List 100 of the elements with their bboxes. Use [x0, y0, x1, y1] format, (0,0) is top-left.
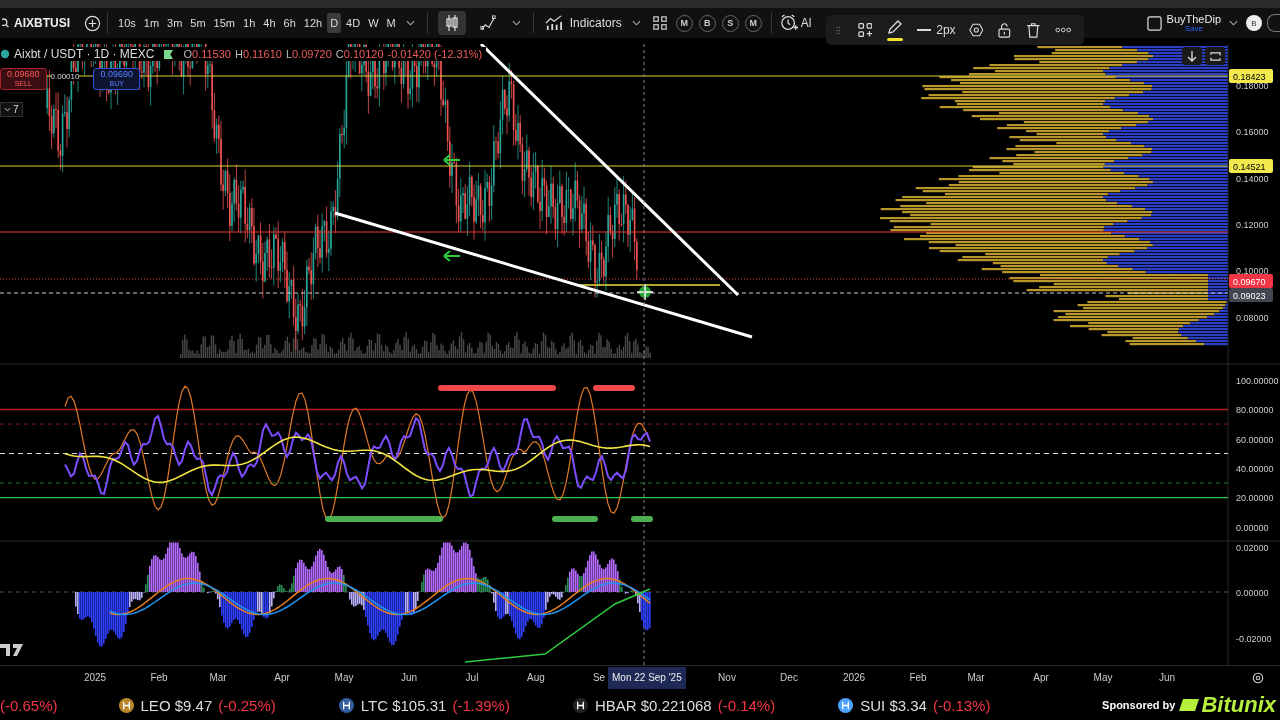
histogram-axis-label: 0.00000 [1236, 588, 1269, 598]
coin-icon [117, 696, 135, 714]
ohlc-value: O0.11530 [183, 48, 231, 60]
symbol-name[interactable]: AIXBTUSI [14, 16, 70, 30]
line-icon [917, 28, 932, 32]
checkbox-icon[interactable] [1146, 15, 1162, 31]
chart-type-button[interactable] [437, 11, 466, 35]
time-axis-label: Nov [718, 672, 736, 683]
ticker-change: (-0.13%) [932, 696, 991, 714]
oscillator-axis-label: 80.00000 [1236, 405, 1274, 415]
scroll-down-button[interactable] [1182, 47, 1202, 65]
price-tag: 0.18423 [1229, 69, 1273, 83]
oscillator-axis-label: 20.00000 [1236, 493, 1274, 503]
interval-tab[interactable]: 4D [343, 13, 364, 33]
interval-tab[interactable]: M [383, 13, 399, 33]
interval-tab[interactable]: 10s [115, 13, 139, 33]
indicators-button[interactable]: Indicators [539, 13, 626, 33]
symbol-title[interactable]: Aixbt / USDT · 1D · MEXC [14, 47, 155, 61]
interval-tab[interactable]: 1m [140, 13, 163, 33]
time-axis-label: Dec [780, 672, 798, 683]
add-icon[interactable] [84, 14, 101, 32]
caret-icon[interactable] [511, 20, 521, 26]
coin-icon [337, 696, 355, 714]
price-axis-label: 0.08000 [1236, 313, 1269, 323]
ticker-change: (-0.25%) [218, 696, 276, 714]
interval-tab[interactable]: 5m [187, 13, 209, 33]
interval-tab[interactable]: D [327, 13, 342, 33]
time-axis-label: Mar [967, 672, 985, 683]
price-change: -0.01420 (-12.31%) [387, 48, 483, 60]
ticker-symbol[interactable]: HBAR $0.221068 [594, 696, 712, 714]
trash-icon[interactable] [1025, 22, 1041, 38]
alert-label[interactable]: Al [800, 16, 812, 30]
interval-tab[interactable]: 12h [300, 13, 326, 33]
ticker-change: (-0.65%) [0, 696, 58, 714]
search-icon[interactable] [2, 16, 10, 30]
time-axis-label: Aug [527, 672, 545, 683]
interval-tab[interactable]: 4h [260, 13, 279, 33]
settings-icon[interactable] [1252, 672, 1264, 684]
unlock-icon[interactable] [997, 22, 1012, 38]
oscillator-axis-label: 60.00000 [1236, 435, 1274, 445]
price-axis-label: 0.10000 [1236, 266, 1269, 276]
avatar[interactable]: B [1246, 15, 1262, 31]
interval-tab[interactable]: 3m [164, 13, 186, 33]
oscillator-axis-label: 100.00000 [1236, 376, 1279, 386]
price-axis-label: 0.12000 [1236, 220, 1269, 230]
crosshair-marker [636, 283, 654, 301]
avatar-edge[interactable] [1267, 14, 1280, 32]
oscillator-axis-label: 0.00000 [1236, 523, 1269, 533]
reset-button[interactable] [1205, 47, 1225, 65]
histogram-axis-label: 0.02000 [1236, 543, 1269, 553]
coin-icon [837, 696, 855, 714]
price-tag: 0.14521 [1229, 159, 1273, 173]
layout-name[interactable]: BuyTheDip [1166, 13, 1221, 25]
histogram-axis-label: -0.02000 [1236, 634, 1272, 644]
sponsor-label: Sponsored by [1102, 699, 1176, 711]
price-tag: 0.09023 [1229, 288, 1273, 302]
pencil-button[interactable] [887, 19, 904, 41]
line-width-button[interactable]: 2px [917, 23, 956, 37]
save-link[interactable]: Save [1184, 24, 1203, 33]
interval-tab[interactable]: 6h [280, 13, 299, 33]
indicators-icon [543, 15, 564, 31]
down-arrow-icon [1187, 50, 1197, 62]
price-axis-label: 0.14000 [1236, 174, 1269, 184]
interval-tab[interactable]: W [365, 13, 382, 33]
candles-icon [443, 14, 460, 32]
caret-icon[interactable] [1229, 20, 1238, 26]
ticker-symbol[interactable]: LTC $105.31 [360, 696, 447, 714]
price-axis-label: 0.16000 [1236, 127, 1269, 137]
template-icon[interactable] [857, 22, 873, 38]
layout-icon[interactable] [652, 16, 667, 30]
more-icon[interactable] [1054, 27, 1071, 33]
ticker-change: (-1.39%) [452, 696, 510, 714]
time-axis-label: Feb [909, 672, 927, 683]
time-axis-label: Jul [465, 672, 479, 683]
ticker-symbol[interactable]: SUI $3.34 [860, 696, 927, 714]
line-chart-icon [479, 15, 496, 31]
hexagon-icon[interactable] [968, 22, 984, 38]
time-axis-label: 2026 [842, 672, 866, 683]
time-axis-label: Feb [150, 672, 168, 683]
alarm-icon[interactable] [779, 14, 798, 32]
flag-icon[interactable] [164, 49, 174, 59]
time-axis-label: Apr [1033, 672, 1049, 683]
crosshair-date: Mon 22 Sep '25 [608, 667, 686, 689]
grip-icon[interactable] [836, 24, 841, 36]
time-axis-label: Apr [274, 672, 290, 683]
interval-tab[interactable]: 1h [240, 13, 259, 33]
price-axis-label: 0.18000 [1236, 81, 1269, 91]
time-axis-label: Jun [1158, 672, 1176, 683]
collapse-button[interactable]: 7 [0, 102, 23, 117]
caret-icon[interactable] [631, 20, 641, 26]
time-axis-label: 2025 [83, 672, 107, 683]
coin-icon [571, 696, 589, 714]
ohlc-value: H0.11610 [235, 48, 282, 60]
time-axis-label: May [1093, 672, 1113, 683]
ohlc-value: L0.09720 [285, 48, 332, 60]
ohlc-value: C0.10120 [335, 48, 384, 60]
interval-tab[interactable]: 15m [210, 13, 238, 33]
logo-icon [0, 644, 23, 656]
caret-icon[interactable] [405, 20, 415, 26]
ticker-symbol[interactable]: LEO $9.47 [140, 696, 213, 714]
